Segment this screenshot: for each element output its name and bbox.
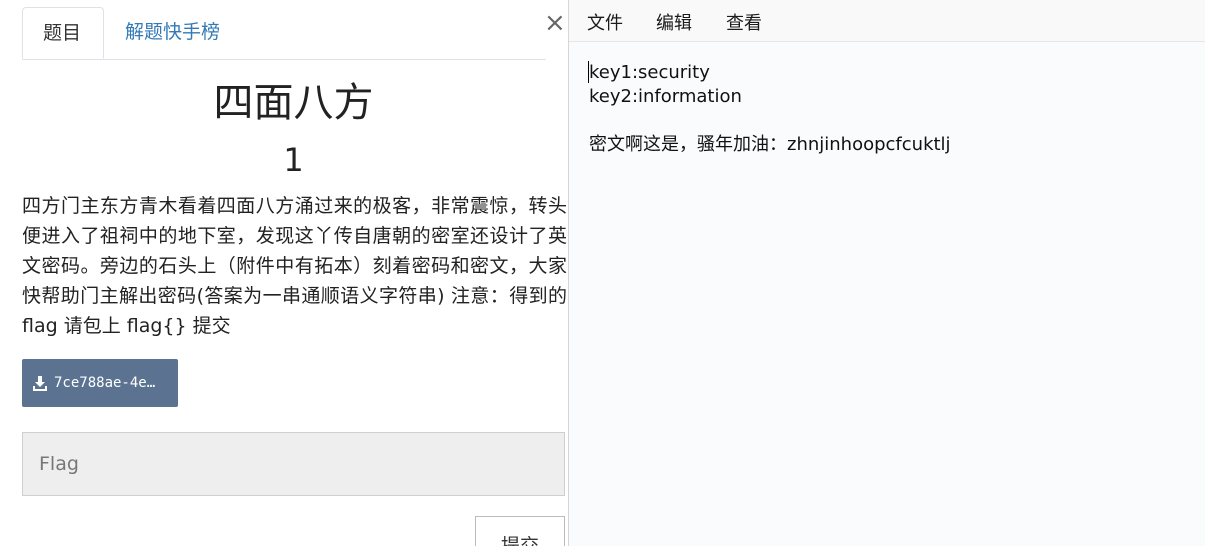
menu-file[interactable]: 文件 bbox=[587, 9, 623, 35]
notepad-text-area[interactable]: key1:security key2:information 密文啊这是，骚年加… bbox=[569, 42, 1205, 546]
close-icon[interactable]: × bbox=[544, 10, 566, 36]
challenge-title: 四面八方 bbox=[213, 80, 374, 126]
attachment-name: 7ce788ae-4e… bbox=[54, 375, 156, 391]
menu-edit[interactable]: 编辑 bbox=[656, 9, 692, 35]
text-line-key1: key1:security bbox=[589, 62, 710, 83]
challenge-description: 四方门主东方青木看着四面八方涌过来的极客，非常震惊，转头便进入了祖祠中的地下室，… bbox=[22, 195, 567, 337]
submit-button[interactable]: 提交 bbox=[475, 516, 565, 546]
tab-bar: 题目 解题快手榜 bbox=[22, 7, 546, 60]
download-icon bbox=[33, 376, 47, 391]
text-line-ciphertext: 密文啊这是，骚年加油：zhnjinhoopcfcuktlj bbox=[589, 134, 951, 155]
notepad-menubar: 文件 编辑 查看 bbox=[569, 0, 1205, 42]
tab-solve-ranking[interactable]: 解题快手榜 bbox=[104, 7, 240, 58]
tab-problem[interactable]: 题目 bbox=[22, 7, 104, 59]
download-attachment-button[interactable]: 7ce788ae-4e… bbox=[22, 359, 178, 407]
challenge-points: 1 bbox=[283, 141, 304, 179]
flag-input[interactable]: Flag bbox=[22, 432, 565, 496]
menu-view[interactable]: 查看 bbox=[726, 9, 762, 35]
challenge-panel: 题目 解题快手榜 × 四面八方 1 四方门主东方青木看着四面八方涌过来的极客，非… bbox=[0, 0, 568, 546]
notepad-window: 文件 编辑 查看 key1:security key2:information … bbox=[568, 0, 1205, 546]
text-line-key2: key2:information bbox=[589, 86, 742, 107]
